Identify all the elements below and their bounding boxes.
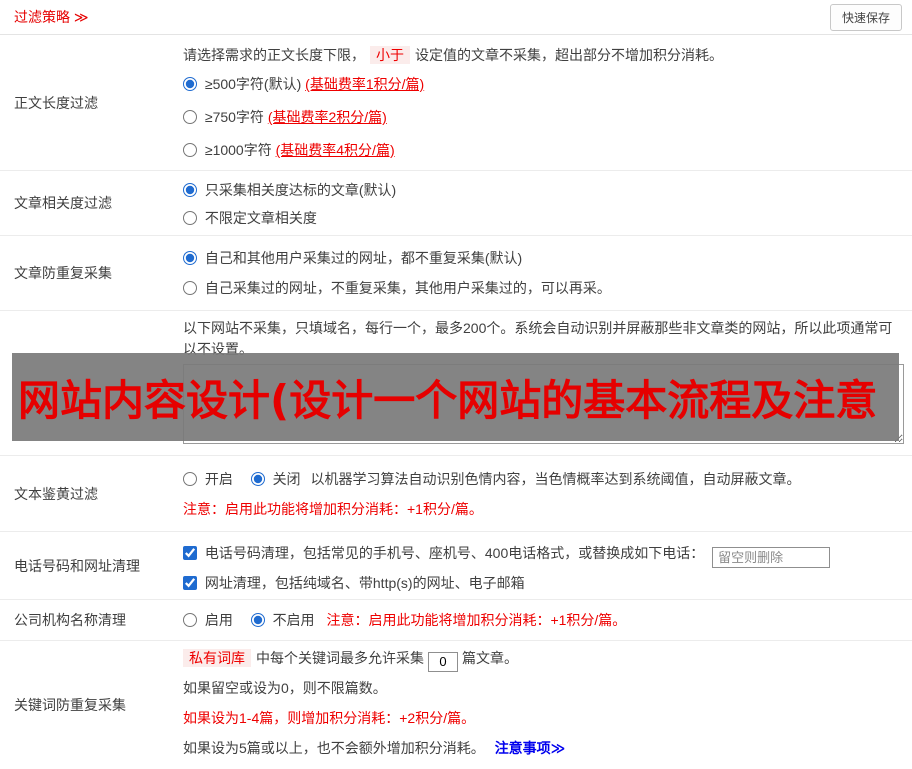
- porn-filter-description: 以机器学习算法自动识别色情内容，当色情概率达到系统阈值，自动屏蔽文章。: [310, 471, 801, 487]
- porn-option-off-label: 关闭: [272, 471, 301, 487]
- keyword-note-1-4: 如果设为1-4篇，则增加积分消耗：+2积分/篇。: [183, 710, 476, 726]
- notice-link[interactable]: 注意事项≫: [495, 740, 566, 756]
- row-keyword-dedupe: 关键词防重复采集 私有词库中每个关键词最多允许采集 篇文章。 如果留空或设为0，则…: [0, 641, 912, 769]
- keyword-limit-input[interactable]: [428, 651, 458, 672]
- length-option-500-note: (基础费率1积分/篇): [305, 76, 425, 92]
- row-label-length-filter: 正文长度过滤: [14, 94, 98, 111]
- length-filter-intro: 请选择需求的正文长度下限， 小于 设定值的文章不采集，超出部分不增加积分消耗。: [183, 42, 904, 68]
- intro-text-after: 设定值的文章不采集，超出部分不增加积分消耗。: [415, 47, 723, 63]
- dedupe-option-global[interactable]: 自己和其他用户采集过的网址，都不重复采集(默认): [183, 243, 904, 273]
- length-option-750[interactable]: ≥750字符 (基础费率2积分/篇): [183, 101, 904, 134]
- less-than-tag: 小于: [370, 46, 410, 64]
- length-option-750-label: ≥750字符: [204, 109, 268, 125]
- length-option-500[interactable]: ≥500字符(默认) (基础费率1积分/篇): [183, 68, 904, 101]
- checkbox-url-clean[interactable]: [183, 576, 197, 590]
- watermark-overlay: 网站内容设计(设计一个网站的基本流程及注意: [12, 353, 899, 441]
- url-clean-option[interactable]: 网址清理，包括纯域名、带http(s)的网址、电子邮箱: [183, 575, 525, 591]
- phone-replace-input[interactable]: [712, 547, 831, 568]
- company-option-on-label: 启用: [204, 612, 233, 628]
- relevance-option-any[interactable]: 不限定文章相关度: [183, 204, 904, 232]
- row-label-keyword-dedupe: 关键词防重复采集: [14, 697, 126, 713]
- checkbox-phone-clean[interactable]: [183, 546, 197, 560]
- radio-dedupe-global[interactable]: [183, 251, 197, 265]
- porn-option-on-label: 开启: [204, 471, 233, 487]
- radio-porn-on[interactable]: [183, 472, 197, 486]
- company-option-off-label: 不启用: [272, 612, 315, 628]
- radio-length-750[interactable]: [183, 110, 197, 124]
- company-clean-note: 注意：启用此功能将增加积分消耗：+1积分/篇。: [326, 612, 627, 628]
- dedupe-option-own-label: 自己采集过的网址，不重复采集，其他用户采集过的，可以再采。: [204, 280, 611, 296]
- length-option-500-label: ≥500字符(默认): [204, 76, 306, 92]
- watermark-text: 网站内容设计(设计一个网站的基本流程及注意: [18, 375, 878, 425]
- row-length-filter: 正文长度过滤 请选择需求的正文长度下限， 小于 设定值的文章不采集，超出部分不增加积…: [0, 35, 912, 171]
- relevance-option-strict[interactable]: 只采集相关度达标的文章(默认): [183, 176, 904, 204]
- relevance-option-strict-label: 只采集相关度达标的文章(默认): [204, 182, 397, 198]
- keyword-limit-text-end: 篇文章。: [462, 650, 518, 666]
- radio-length-500[interactable]: [183, 77, 197, 91]
- length-option-1000[interactable]: ≥1000字符 (基础费率4积分/篇): [183, 134, 904, 167]
- page-title[interactable]: 过滤策略 ≫: [14, 7, 89, 27]
- radio-length-1000[interactable]: [183, 143, 197, 157]
- radio-relevance-any[interactable]: [183, 211, 197, 225]
- intro-text-before: 请选择需求的正文长度下限，: [183, 47, 365, 63]
- length-option-750-note: (基础费率2积分/篇): [267, 109, 387, 125]
- keyword-note-empty: 如果留空或设为0，则不限篇数。: [183, 680, 387, 696]
- row-company-clean: 公司机构名称清理 启用 不启用 注意：启用此功能将增加积分消耗：+1积分/篇。: [0, 600, 912, 641]
- company-option-on[interactable]: 启用: [183, 612, 237, 628]
- row-label-relevance-filter: 文章相关度过滤: [14, 195, 112, 211]
- row-label-phone-url-clean: 电话号码和网址清理: [14, 557, 140, 574]
- phone-clean-option[interactable]: 电话号码清理，包括常见的手机号、座机号、400电话格式，或替换成如下电话：: [183, 545, 708, 561]
- row-porn-filter: 文本鉴黄过滤 开启 关闭 以机器学习算法自动识别色情内容，当色情概率达到系统阈值…: [0, 456, 912, 532]
- radio-company-off[interactable]: [250, 613, 265, 627]
- dedupe-option-global-label: 自己和其他用户采集过的网址，都不重复采集(默认): [204, 250, 523, 266]
- radio-company-on[interactable]: [183, 613, 197, 627]
- company-option-off[interactable]: 不启用: [250, 612, 319, 628]
- radio-porn-off[interactable]: [250, 472, 265, 486]
- radio-relevance-strict[interactable]: [183, 183, 197, 197]
- url-clean-label: 网址清理，包括纯域名、带http(s)的网址、电子邮箱: [204, 575, 525, 591]
- porn-option-on[interactable]: 开启: [183, 471, 237, 487]
- radio-dedupe-own[interactable]: [183, 281, 197, 295]
- phone-clean-label: 电话号码清理，包括常见的手机号、座机号、400电话格式，或替换成如下电话：: [204, 545, 705, 561]
- keyword-limit-text: 中每个关键词最多允许采集: [256, 650, 424, 666]
- quick-save-button[interactable]: 快速保存: [829, 3, 902, 31]
- porn-option-off[interactable]: 关闭: [250, 471, 305, 487]
- row-label-dedupe-filter: 文章防重复采集: [14, 265, 112, 281]
- header-bar: 过滤策略 ≫ 快速保存: [0, 0, 912, 35]
- row-label-company-clean: 公司机构名称清理: [14, 612, 126, 628]
- dedupe-option-own[interactable]: 自己采集过的网址，不重复采集，其他用户采集过的，可以再采。: [183, 273, 904, 303]
- row-label-porn-filter: 文本鉴黄过滤: [14, 485, 98, 502]
- length-option-1000-note: (基础费率4积分/篇): [275, 142, 395, 158]
- porn-filter-note: 注意：启用此功能将增加积分消耗：+1积分/篇。: [183, 501, 483, 517]
- private-lexicon-tag: 私有词库: [183, 649, 251, 667]
- length-option-1000-label: ≥1000字符: [204, 142, 276, 158]
- row-phone-url-clean: 电话号码和网址清理 电话号码清理，包括常见的手机号、座机号、400电话格式，或替…: [0, 532, 912, 600]
- keyword-note-5plus: 如果设为5篇或以上，也不会额外增加积分消耗。: [183, 740, 485, 756]
- relevance-option-any-label: 不限定文章相关度: [204, 210, 317, 226]
- row-relevance-filter: 文章相关度过滤 只采集相关度达标的文章(默认) 不限定文章相关度: [0, 171, 912, 236]
- row-dedupe-filter: 文章防重复采集 自己和其他用户采集过的网址，都不重复采集(默认) 自己采集过的网…: [0, 236, 912, 311]
